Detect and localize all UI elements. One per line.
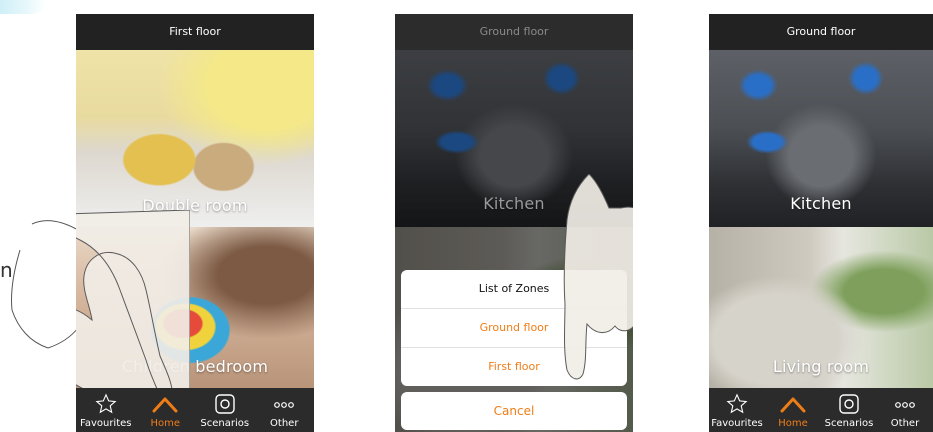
- scenarios-icon: [195, 393, 255, 415]
- zone-option-ground-floor[interactable]: Ground floor: [401, 309, 627, 348]
- nav-label: Other: [890, 418, 920, 429]
- zone-label: Double room: [142, 196, 248, 215]
- zone-tile-double-room[interactable]: Double room: [76, 50, 314, 227]
- pointing-hand-outline-left: [11, 220, 79, 349]
- zone-label: Kitchen: [483, 194, 545, 213]
- popup-title: List of Zones: [401, 270, 627, 309]
- nav-label: Favourites: [711, 418, 763, 429]
- nav-other[interactable]: Other: [255, 388, 315, 432]
- zone-label: Children bedroom: [121, 357, 269, 376]
- nav-other[interactable]: Other: [877, 388, 933, 432]
- corner-accent: [0, 0, 46, 14]
- cancel-button[interactable]: Cancel: [401, 392, 627, 430]
- screen-header-title: Ground floor: [395, 14, 633, 50]
- zone-label: Living room: [772, 357, 870, 376]
- zone-option-first-floor[interactable]: First floor: [401, 348, 627, 386]
- phone-screen-first-floor: First floor Double room Children bedroom…: [76, 14, 314, 432]
- nav-scenarios[interactable]: Scenarios: [195, 388, 255, 432]
- phone-screen-zone-picker: Ground floor Kitchen List of Zones Groun…: [395, 14, 633, 432]
- bottom-nav-bar: Favourites Home Scenarios Other: [709, 388, 933, 432]
- nav-label: Scenarios: [200, 418, 250, 429]
- screen-header-title: Ground floor: [709, 14, 933, 50]
- home-icon: [765, 393, 821, 415]
- nav-label: Home: [150, 418, 181, 429]
- nav-favourites[interactable]: Favourites: [76, 388, 136, 432]
- cropped-side-text: n: [0, 258, 13, 282]
- zone-tile-children-bedroom[interactable]: Children bedroom: [76, 227, 314, 388]
- zone-tile-living-room[interactable]: Living room: [709, 227, 933, 388]
- nav-home[interactable]: Home: [136, 388, 196, 432]
- star-icon: [76, 393, 136, 415]
- more-icon: [255, 393, 315, 415]
- nav-favourites[interactable]: Favourites: [709, 388, 765, 432]
- zone-list-popup: List of Zones Ground floor First floor: [401, 270, 627, 386]
- phone-screen-ground-floor: Ground floor Kitchen Living room Favouri…: [709, 14, 933, 432]
- star-icon: [709, 393, 765, 415]
- zone-label: Kitchen: [790, 194, 852, 213]
- nav-home[interactable]: Home: [765, 388, 821, 432]
- scenarios-icon: [821, 393, 877, 415]
- zone-tile-kitchen: Kitchen: [395, 50, 633, 227]
- nav-label: Favourites: [79, 418, 132, 429]
- more-icon: [877, 393, 933, 415]
- screen-header-title: First floor: [76, 14, 314, 50]
- nav-label: Other: [270, 418, 299, 429]
- home-icon: [136, 393, 196, 415]
- nav-label: Home: [778, 418, 808, 429]
- nav-scenarios[interactable]: Scenarios: [821, 388, 877, 432]
- zone-tile-kitchen[interactable]: Kitchen: [709, 50, 933, 227]
- nav-label: Scenarios: [824, 418, 874, 429]
- bottom-nav-bar: Favourites Home Scenarios Other: [76, 388, 314, 432]
